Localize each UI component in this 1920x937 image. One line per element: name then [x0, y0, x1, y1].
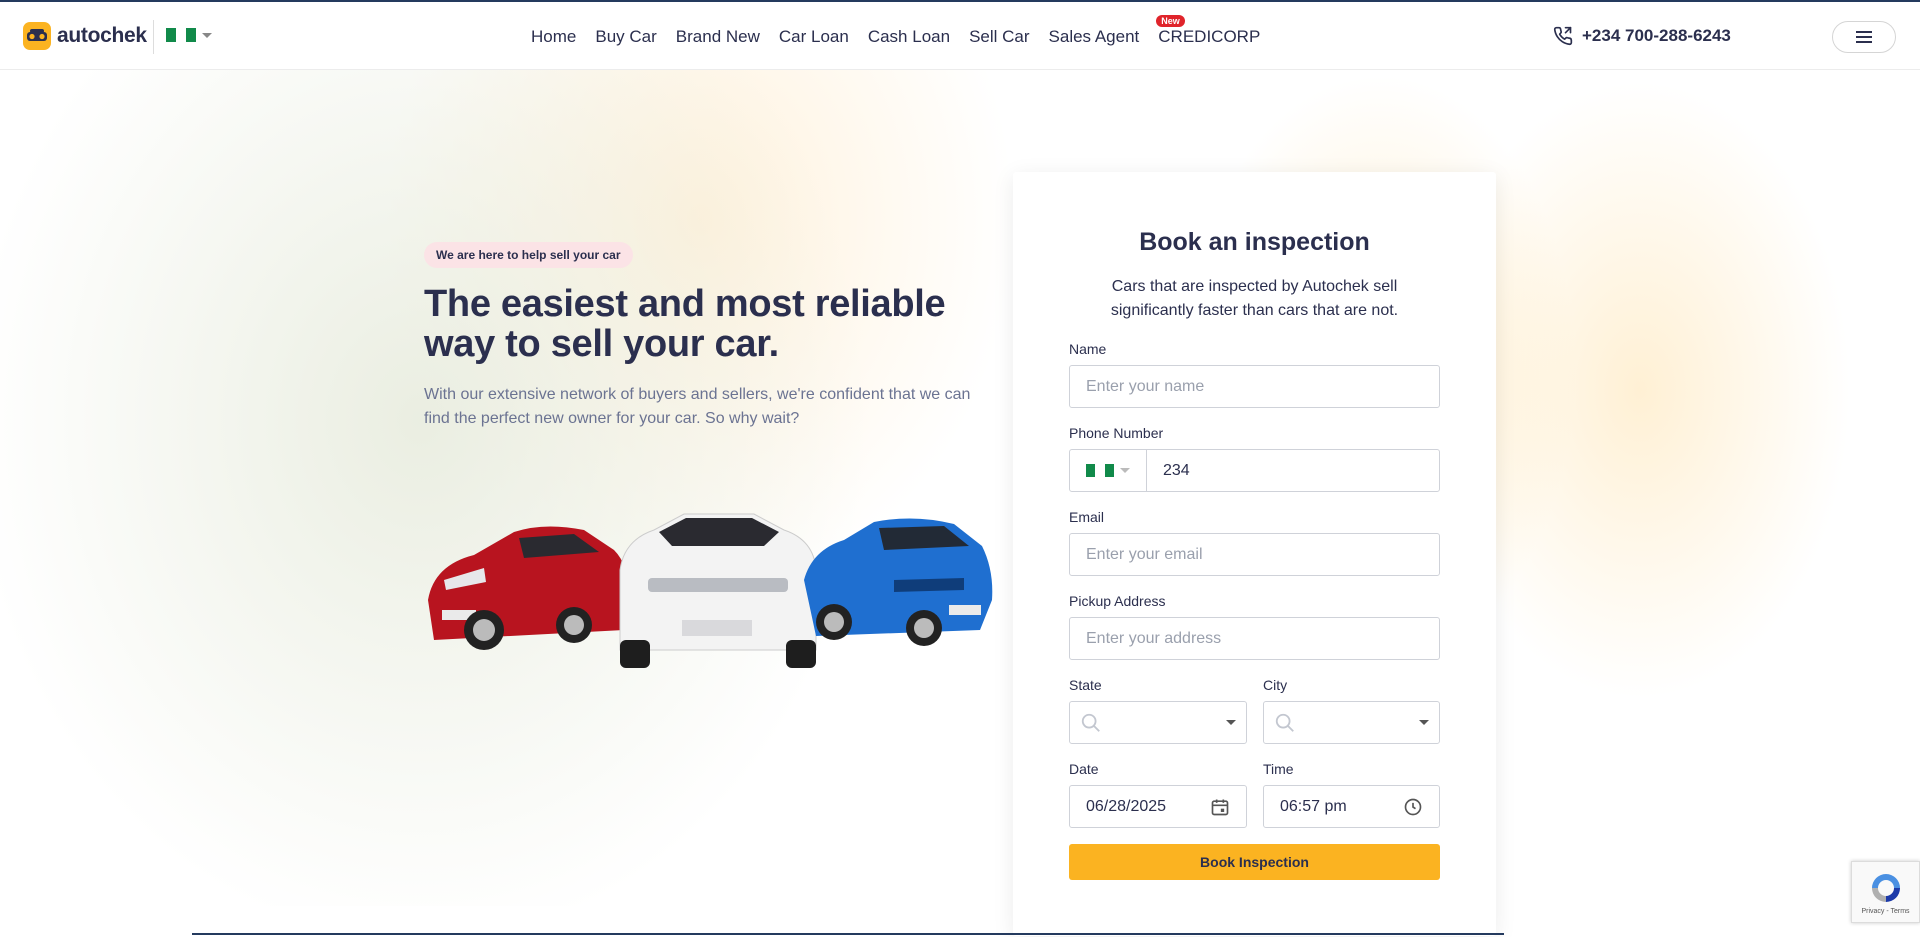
brand-name: autochek: [57, 24, 147, 47]
phone-country-select[interactable]: [1069, 449, 1147, 492]
chevron-down-icon: [1419, 720, 1429, 725]
state-select[interactable]: [1069, 701, 1247, 744]
state-label: State: [1069, 677, 1102, 693]
phone-call-icon: [1553, 26, 1573, 46]
recaptcha-links[interactable]: Privacy - Terms: [1861, 908, 1909, 915]
blue-car-image: [804, 518, 993, 646]
nav-buy-car[interactable]: Buy Car: [595, 27, 656, 47]
form-subtitle: Cars that are inspected by Autochek sell…: [1110, 278, 1399, 319]
time-field[interactable]: 06:57 pm: [1263, 785, 1440, 828]
header-divider: [153, 20, 154, 54]
menu-icon: [1856, 31, 1872, 43]
hero-headline: The easiest and most reliable way to sel…: [424, 283, 946, 365]
email-label: Email: [1069, 509, 1105, 525]
hamburger-menu-button[interactable]: [1832, 21, 1896, 53]
chevron-down-icon: [1120, 468, 1130, 473]
new-badge: New: [1156, 15, 1185, 27]
address-input[interactable]: [1086, 629, 1423, 648]
nav-credicorp-label: CREDICORP: [1158, 27, 1261, 46]
name-input[interactable]: [1086, 377, 1423, 396]
time-value[interactable]: 06:57 pm: [1280, 798, 1347, 816]
phone-value[interactable]: 234: [1163, 462, 1190, 480]
address-field[interactable]: [1069, 617, 1440, 660]
date-field[interactable]: 06/28/2025: [1069, 785, 1247, 828]
red-car-image: [428, 526, 629, 650]
time-label: Time: [1263, 761, 1294, 777]
clock-icon[interactable]: [1403, 797, 1423, 817]
hero-tagline: We are here to help sell your car: [424, 242, 633, 268]
section-divider: [192, 933, 1504, 935]
chevron-down-icon: [1226, 720, 1236, 725]
phone-number: +234 700-288-6243: [1582, 26, 1731, 45]
search-icon: [1081, 713, 1100, 732]
city-select[interactable]: [1263, 701, 1440, 744]
address-label: Pickup Address: [1069, 593, 1166, 609]
chevron-down-icon: [202, 32, 212, 38]
email-field[interactable]: [1069, 533, 1440, 576]
nav-credicorp[interactable]: New CREDICORP: [1156, 15, 1261, 47]
form-title: Book an inspection: [1139, 228, 1370, 256]
date-label: Date: [1069, 761, 1099, 777]
nigeria-flag-icon: [1086, 464, 1114, 477]
nav-brand-new[interactable]: Brand New: [676, 27, 760, 47]
nav-home[interactable]: Home: [531, 27, 576, 47]
logo-mark-icon: [23, 22, 51, 50]
phone-label: Phone Number: [1069, 425, 1164, 441]
inspection-form-card: Book an inspection Cars that are inspect…: [1013, 172, 1496, 936]
nav-car-loan[interactable]: Car Loan: [779, 27, 849, 47]
nav-sales-agent[interactable]: Sales Agent: [1049, 27, 1140, 47]
white-car-image: [619, 513, 817, 668]
nigeria-flag-icon: [166, 28, 196, 42]
autochek-logo[interactable]: autochek: [23, 22, 147, 50]
nav-cash-loan[interactable]: Cash Loan: [868, 27, 950, 47]
name-label: Name: [1069, 341, 1107, 357]
recaptcha-badge[interactable]: Privacy - Terms: [1851, 861, 1920, 923]
date-value[interactable]: 06/28/2025: [1086, 798, 1166, 816]
city-label: City: [1263, 677, 1288, 693]
nav-sell-car[interactable]: Sell Car: [969, 27, 1029, 47]
hero-section: We are here to help sell your car The ea…: [0, 70, 1920, 936]
cars-image: [428, 513, 993, 668]
main-nav: Home Buy Car Brand New Car Loan Cash Loa…: [531, 15, 1261, 47]
book-inspection-button[interactable]: Book Inspection: [1069, 844, 1440, 880]
phone-contact[interactable]: +234 700-288-6243: [1553, 26, 1731, 46]
hero-subtext: With our extensive network of buyers and…: [424, 386, 971, 427]
country-selector[interactable]: [166, 28, 212, 42]
recaptcha-icon: [1871, 873, 1900, 902]
email-input[interactable]: [1086, 545, 1423, 564]
search-icon: [1275, 713, 1294, 732]
name-field[interactable]: [1069, 365, 1440, 408]
phone-field[interactable]: 234: [1146, 449, 1440, 492]
calendar-icon[interactable]: [1210, 797, 1230, 817]
top-header: autochek Home Buy Car Brand New Car Loan…: [0, 0, 1920, 70]
